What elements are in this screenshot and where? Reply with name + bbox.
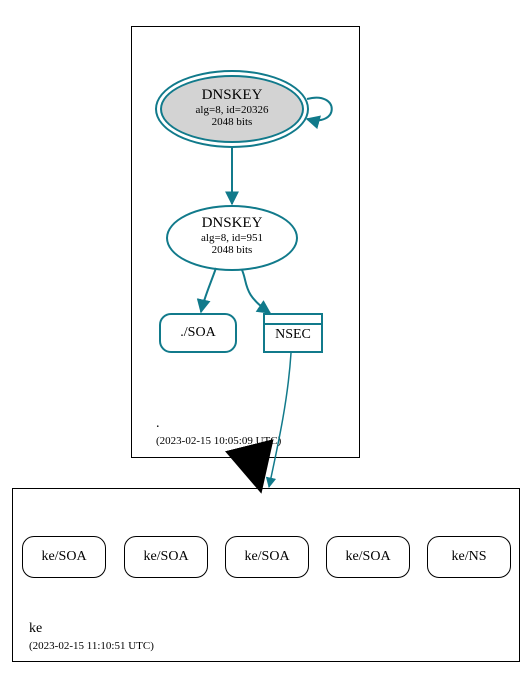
edge-root-to-ke <box>252 456 259 484</box>
ke-zone-timestamp: (2023-02-15 11:10:51 UTC) <box>29 641 154 652</box>
root-zone-name: . <box>156 417 160 431</box>
root-soa-node[interactable]: ./SOA <box>159 313 237 353</box>
ke-soa-node-1[interactable]: ke/SOA <box>124 536 208 578</box>
zsk-node[interactable]: DNSKEY alg=8, id=951 2048 bits <box>166 205 298 271</box>
ksk-alg-id: alg=8, id=20326 <box>162 104 302 116</box>
zsk-alg-id: alg=8, id=951 <box>168 232 296 244</box>
zsk-bits: 2048 bits <box>168 244 296 256</box>
ke-soa-node-2[interactable]: ke/SOA <box>225 536 309 578</box>
ksk-node[interactable]: DNSKEY alg=8, id=20326 2048 bits <box>160 75 304 143</box>
root-zone-timestamp: (2023-02-15 10:05:09 UTC) <box>156 436 281 447</box>
ke-soa-node-3[interactable]: ke/SOA <box>326 536 410 578</box>
ke-zone-name: ke <box>29 622 42 636</box>
nsec-label: NSEC <box>263 327 323 343</box>
nsec-node[interactable]: NSEC <box>263 313 323 353</box>
ksk-bits: 2048 bits <box>162 116 302 128</box>
zsk-title: DNSKEY <box>168 215 296 232</box>
ke-soa-node-0[interactable]: ke/SOA <box>22 536 106 578</box>
ke-ns-node[interactable]: ke/NS <box>427 536 511 578</box>
ksk-title: DNSKEY <box>162 87 302 104</box>
